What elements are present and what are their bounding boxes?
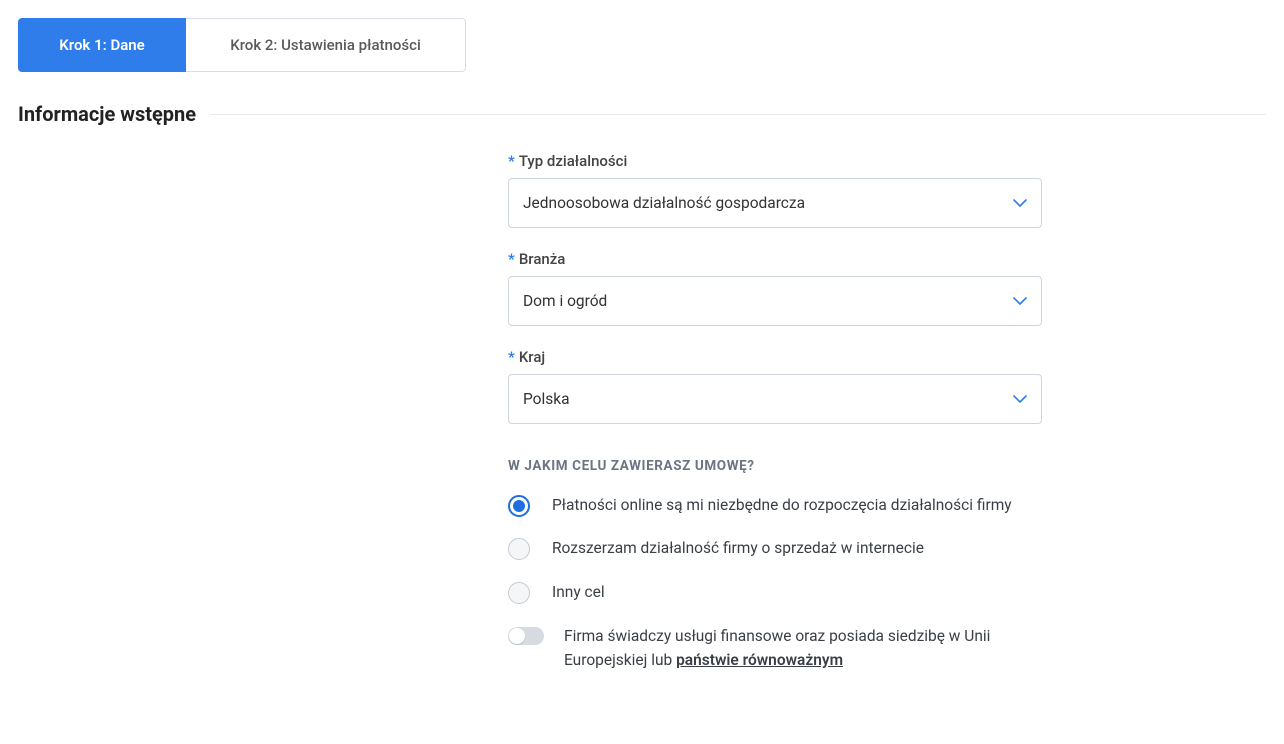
radio-label: Inny cel (552, 581, 605, 604)
radio-option-expand-online[interactable]: Rozszerzam działalność firmy o sprzedaż … (508, 537, 1068, 560)
section-divider (210, 114, 1266, 115)
label-business-type: *Typ działalności (508, 152, 1068, 170)
select-business-type[interactable]: Jednoosobowa działalność gospodarcza (508, 178, 1042, 228)
toggle-financial-services-label: Firma świadczy usługi finansowe oraz pos… (564, 624, 1044, 672)
label-industry: *Branża (508, 250, 1068, 268)
link-equivalent-country[interactable]: państwie równoważnym (676, 651, 843, 669)
select-country-value: Polska (523, 390, 570, 408)
radio-icon (508, 582, 530, 604)
purpose-heading: W jakim celu zawierasz umowę? (508, 458, 1068, 474)
select-industry-value: Dom i ogród (523, 292, 607, 310)
radio-label: Płatności online są mi niezbędne do rozp… (552, 494, 1012, 517)
radio-icon (508, 538, 530, 560)
radio-option-other[interactable]: Inny cel (508, 581, 1068, 604)
chevron-down-icon (1013, 394, 1027, 404)
section-title: Informacje wstępne (18, 102, 210, 126)
radio-icon (508, 495, 530, 517)
label-country: *Kraj (508, 348, 1068, 366)
toggle-financial-services[interactable] (508, 627, 544, 645)
radio-option-start-business[interactable]: Płatności online są mi niezbędne do rozp… (508, 494, 1068, 517)
select-industry[interactable]: Dom i ogród (508, 276, 1042, 326)
required-mark: * (508, 250, 515, 268)
radio-label: Rozszerzam działalność firmy o sprzedaż … (552, 537, 924, 560)
chevron-down-icon (1013, 296, 1027, 306)
tab-step1[interactable]: Krok 1: Dane (18, 18, 186, 72)
select-country[interactable]: Polska (508, 374, 1042, 424)
tab-step2[interactable]: Krok 2: Ustawienia płatności (186, 18, 466, 72)
required-mark: * (508, 348, 515, 366)
required-mark: * (508, 152, 515, 170)
select-business-type-value: Jednoosobowa działalność gospodarcza (523, 194, 805, 212)
chevron-down-icon (1013, 198, 1027, 208)
